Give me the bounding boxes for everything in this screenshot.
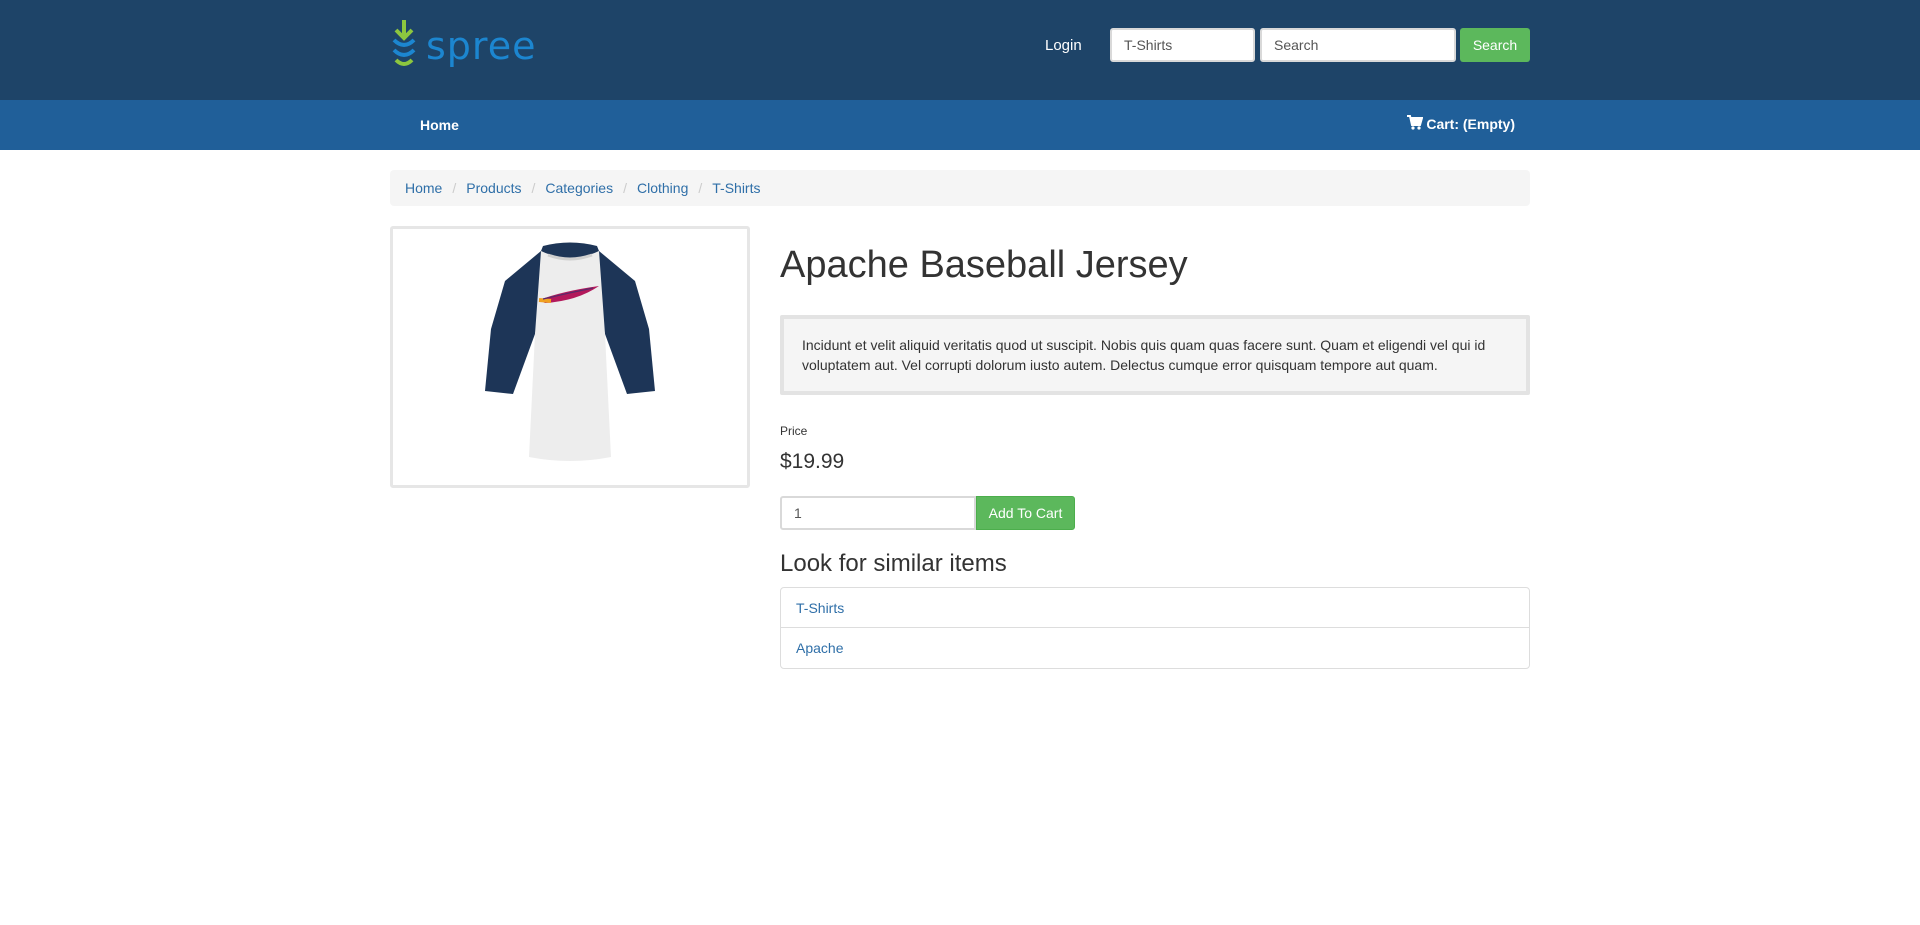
product-description: Incidunt et velit aliquid veritatis quod… bbox=[780, 315, 1530, 395]
breadcrumb-clothing[interactable]: Clothing bbox=[637, 180, 688, 196]
similar-item-apache[interactable]: Apache bbox=[781, 628, 1529, 668]
taxon-select[interactable]: T-Shirts bbox=[1110, 28, 1255, 62]
logo-text: spree bbox=[426, 24, 537, 68]
breadcrumb-home[interactable]: Home bbox=[405, 180, 442, 196]
spree-logo[interactable]: spree bbox=[390, 20, 536, 70]
breadcrumb-categories[interactable]: Categories bbox=[545, 180, 613, 196]
similar-item-tshirts[interactable]: T-Shirts bbox=[781, 588, 1529, 628]
similar-items-title: Look for similar items bbox=[780, 550, 1007, 577]
breadcrumb-separator: / bbox=[698, 180, 703, 196]
spree-logo-icon bbox=[390, 20, 420, 70]
breadcrumb-products[interactable]: Products bbox=[466, 180, 521, 196]
price-label: Price bbox=[780, 424, 808, 438]
breadcrumb-separator: / bbox=[623, 180, 627, 196]
nav-home-link[interactable]: Home bbox=[420, 117, 459, 133]
add-to-cart-button[interactable]: Add To Cart bbox=[976, 496, 1075, 530]
product-title: Apache Baseball Jersey bbox=[780, 244, 1188, 286]
quantity-input[interactable] bbox=[780, 496, 976, 530]
breadcrumb-separator: / bbox=[531, 180, 536, 196]
breadcrumb-tshirts[interactable]: T-Shirts bbox=[712, 180, 760, 196]
search-input[interactable] bbox=[1260, 28, 1456, 62]
taxon-select-value: T-Shirts bbox=[1124, 37, 1173, 53]
jersey-image bbox=[485, 242, 655, 461]
shopping-cart-icon bbox=[1407, 115, 1424, 133]
main-nav: Home Cart: (Empty) bbox=[0, 100, 1920, 150]
search-button[interactable]: Search bbox=[1460, 28, 1530, 62]
breadcrumb-separator: / bbox=[452, 180, 457, 196]
product-price: $19.99 bbox=[780, 450, 845, 473]
cart-link[interactable]: Cart: (Empty) bbox=[1407, 115, 1515, 133]
breadcrumb: Home / Products / Categories / Clothing … bbox=[390, 170, 1530, 206]
header: spree Login T-Shirts Search bbox=[0, 0, 1920, 100]
similar-items-list: T-Shirts Apache bbox=[780, 587, 1530, 669]
product-image[interactable] bbox=[390, 226, 750, 488]
login-link[interactable]: Login bbox=[1045, 37, 1082, 54]
cart-label: Cart: (Empty) bbox=[1426, 116, 1515, 132]
